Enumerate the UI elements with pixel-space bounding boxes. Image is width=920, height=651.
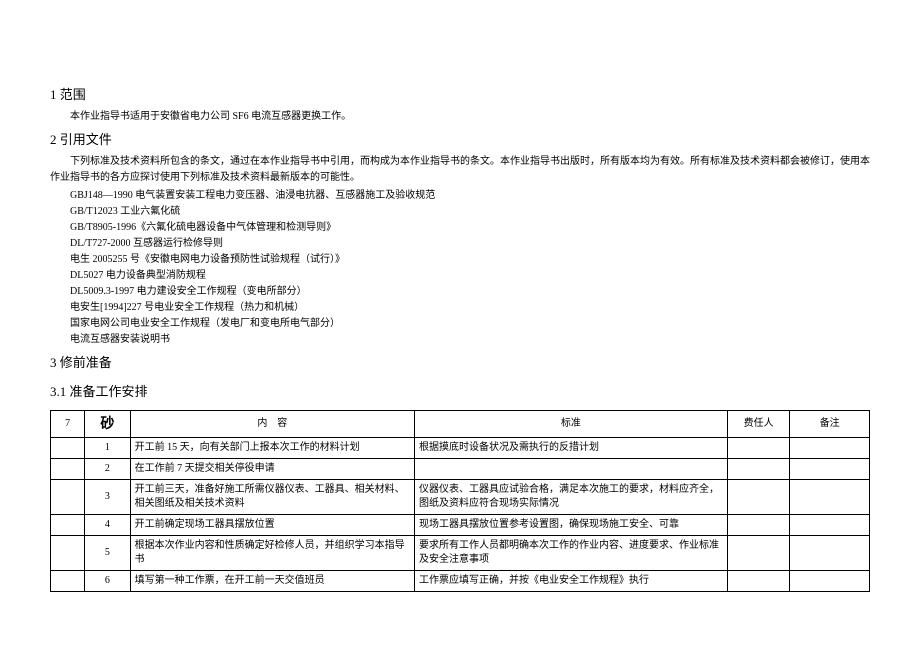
reference-item: GB/T12023 工业六氟化硫 (50, 204, 870, 220)
cell-content: 开工前三天，准备好施工所需仪器仪表、工器具、相关材料、相关图纸及相关技术资料 (130, 479, 414, 514)
cell-blank (51, 570, 85, 591)
cell-content: 开工前 15 天，向有关部门上报本次工作的材料计划 (130, 437, 414, 458)
cell-remark (790, 458, 870, 479)
cell-content: 填写第一种工作票，在开工前一天交值班员 (130, 570, 414, 591)
table-row: 3 开工前三天，准备好施工所需仪器仪表、工器具、相关材料、相关图纸及相关技术资料… (51, 479, 870, 514)
col-header-remark: 备注 (790, 411, 870, 438)
cell-resp (727, 437, 790, 458)
reference-item: DL/T727-2000 互感器运行检修导则 (50, 236, 870, 252)
cell-standard: 仪器仪表、工器具应试验合格，满足本次施工的要求，材料应齐全，图纸及资料应符合现场… (415, 479, 728, 514)
col-header-standard: 标准 (415, 411, 728, 438)
cell-blank (51, 535, 85, 570)
cell-resp (727, 458, 790, 479)
reference-item: GBJ148—1990 电气装置安装工程电力变压器、油浸电抗器、互感器施工及验收… (50, 188, 870, 204)
cell-remark (790, 437, 870, 458)
cell-remark (790, 479, 870, 514)
cell-no: 4 (85, 514, 131, 535)
cell-remark (790, 535, 870, 570)
col-header-responsible: 费任人 (727, 411, 790, 438)
section-3-title: 3 修前准备 (50, 352, 870, 371)
cell-no: 6 (85, 570, 131, 591)
table-row: 2 在工作前 7 天提交相关停役申请 (51, 458, 870, 479)
prep-table: 7 砂 内 容 标准 费任人 备注 1 开工前 15 天，向有关部门上报本次工作… (50, 410, 870, 592)
reference-item: 国家电网公司电业安全工作规程（发电厂和变电所电气部分） (50, 316, 870, 332)
cell-standard: 根据摸底时设备状况及需执行的反措计划 (415, 437, 728, 458)
section-3-1-title: 3.1 准备工作安排 (50, 381, 870, 400)
cell-remark (790, 570, 870, 591)
col-header-content: 内 容 (130, 411, 414, 438)
reference-item: GB/T8905-1996《六氟化硫电器设备中气体管理和检测导则》 (50, 220, 870, 236)
cell-blank (51, 458, 85, 479)
table-row: 4 开工前确定现场工器具摆放位置 现场工器具摆放位置参考设置图，确保现场施工安全… (51, 514, 870, 535)
cell-content: 在工作前 7 天提交相关停役申请 (130, 458, 414, 479)
section-1-text: 本作业指导书适用于安徽省电力公司 SF6 电流互感器更换工作。 (50, 109, 870, 125)
cell-standard (415, 458, 728, 479)
cell-no: 5 (85, 535, 131, 570)
reference-item: DL5027 电力设备典型消防规程 (50, 268, 870, 284)
reference-item: DL5009.3-1997 电力建设安全工作规程（变电所部分） (50, 284, 870, 300)
cell-blank (51, 479, 85, 514)
table-row: 1 开工前 15 天，向有关部门上报本次工作的材料计划 根据摸底时设备状况及需执… (51, 437, 870, 458)
table-row: 5 根据本次作业内容和性质确定好检修人员，并组织学习本指导书 要求所有工作人员都… (51, 535, 870, 570)
cell-no: 3 (85, 479, 131, 514)
cell-remark (790, 514, 870, 535)
cell-standard: 要求所有工作人员都明确本次工作的作业内容、进度要求、作业标准及安全注意事项 (415, 535, 728, 570)
section-1-title: 1 范围 (50, 84, 870, 103)
table-row: 6 填写第一种工作票，在开工前一天交值班员 工作票应填写正确，并按《电业安全工作… (51, 570, 870, 591)
cell-no: 1 (85, 437, 131, 458)
cell-blank (51, 514, 85, 535)
reference-item: 电流互感器安装说明书 (50, 332, 870, 348)
cell-resp (727, 479, 790, 514)
cell-resp (727, 514, 790, 535)
cell-content: 根据本次作业内容和性质确定好检修人员，并组织学习本指导书 (130, 535, 414, 570)
reference-item: 电生 2005255 号《安徽电网电力设备预防性试验规程（试行）》 (50, 252, 870, 268)
col-header-2: 砂 (85, 411, 131, 438)
col-header-1: 7 (51, 411, 85, 438)
cell-resp (727, 535, 790, 570)
reference-item: 电安生[1994]227 号电业安全工作规程（热力和机械） (50, 300, 870, 316)
table-header-row: 7 砂 内 容 标准 费任人 备注 (51, 411, 870, 438)
cell-no: 2 (85, 458, 131, 479)
section-2-title: 2 引用文件 (50, 129, 870, 148)
cell-blank (51, 437, 85, 458)
cell-resp (727, 570, 790, 591)
cell-content: 开工前确定现场工器具摆放位置 (130, 514, 414, 535)
section-2-intro: 下列标准及技术资料所包含的条文，通过在本作业指导书中引用，而构成为本作业指导书的… (50, 154, 870, 186)
cell-standard: 工作票应填写正确，并按《电业安全工作规程》执行 (415, 570, 728, 591)
cell-standard: 现场工器具摆放位置参考设置图，确保现场施工安全、可靠 (415, 514, 728, 535)
